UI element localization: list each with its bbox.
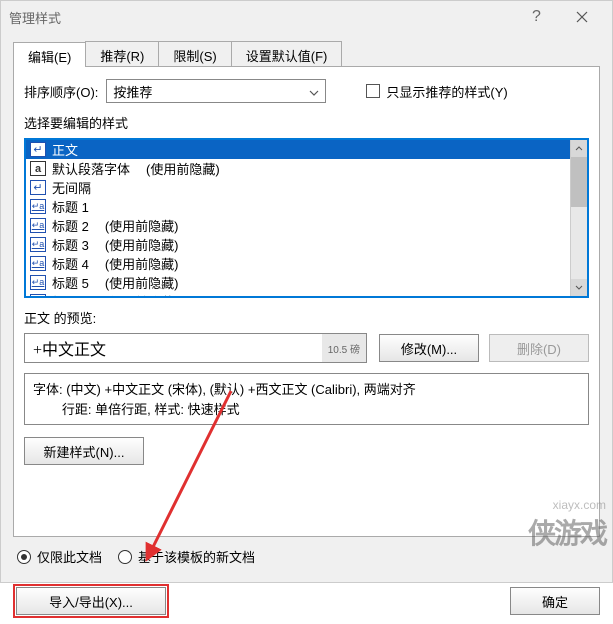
chevron-down-icon xyxy=(575,285,583,290)
linked-style-icon: ↵a xyxy=(30,275,46,290)
select-style-label: 选择要编辑的样式 xyxy=(24,113,581,132)
radio-template[interactable] xyxy=(118,550,132,564)
preview-box: +中文正文 10.5 磅 xyxy=(24,333,367,363)
linked-style-icon: ↵a xyxy=(30,218,46,233)
linked-style-icon: ↵a xyxy=(30,199,46,214)
import-export-highlight: 导入/导出(X)... xyxy=(13,584,169,618)
chevron-up-icon xyxy=(575,146,583,151)
list-item[interactable]: ↵a 标题 6 (使用前隐藏) xyxy=(26,292,570,296)
style-name: 标题 1 xyxy=(52,197,89,216)
tab-recommend[interactable]: 推荐(R) xyxy=(85,41,159,66)
delete-button: 删除(D) xyxy=(489,334,589,362)
style-name: 标题 4 xyxy=(52,254,89,273)
sort-value: 按推荐 xyxy=(113,82,152,101)
style-name: 无间隔 xyxy=(52,178,91,197)
list-item[interactable]: ↵ 无间隔 xyxy=(26,178,570,197)
scrollbar[interactable] xyxy=(570,140,587,296)
new-style-button[interactable]: 新建样式(N)... xyxy=(24,437,144,465)
hidden-note: (使用前隐藏) xyxy=(105,235,179,254)
font-style-icon: a xyxy=(30,161,46,176)
hidden-note: (使用前隐藏) xyxy=(146,159,220,178)
linked-style-icon: ↵a xyxy=(30,237,46,252)
styles-listbox[interactable]: ↵ 正文 a 默认段落字体 (使用前隐藏) ↵ 无间隔 ↵a 标题 1 ↵a 标题 2 (使用前隐藏)… xyxy=(24,138,589,298)
hidden-note: (使用前隐藏) xyxy=(105,216,179,235)
list-item[interactable]: a 默认段落字体 (使用前隐藏) xyxy=(26,159,570,178)
style-name: 正文 xyxy=(52,140,78,159)
show-recommended-label: 只显示推荐的样式(Y) xyxy=(386,82,507,101)
footer: 导入/导出(X)... 确定 xyxy=(1,584,612,624)
hidden-note: (使用前隐藏) xyxy=(105,292,179,296)
list-item[interactable]: ↵a 标题 2 (使用前隐藏) xyxy=(26,216,570,235)
style-name: 默认段落字体 xyxy=(52,159,130,178)
list-item[interactable]: ↵a 标题 5 (使用前隐藏) xyxy=(26,273,570,292)
preview-text: +中文正文 xyxy=(25,336,322,360)
content-area: 编辑(E) 推荐(R) 限制(S) 设置默认值(F) 排序顺序(O): 按推荐 … xyxy=(1,33,612,584)
style-name: 标题 3 xyxy=(52,235,89,254)
tab-edit[interactable]: 编辑(E) xyxy=(13,42,86,67)
preview-fontsize: 10.5 磅 xyxy=(322,334,366,362)
style-description: 字体: (中文) +中文正文 (宋体), (默认) +西文正文 (Calibri… xyxy=(24,373,589,425)
style-name: 标题 5 xyxy=(52,273,89,292)
show-recommended-checkbox[interactable] xyxy=(366,84,380,98)
titlebar: 管理样式 ? xyxy=(1,1,612,33)
style-name: 标题 6 xyxy=(52,292,89,296)
list-item[interactable]: ↵a 标题 3 (使用前隐藏) xyxy=(26,235,570,254)
scroll-up-button[interactable] xyxy=(571,140,587,157)
hidden-note: (使用前隐藏) xyxy=(105,273,179,292)
help-button[interactable]: ? xyxy=(514,1,559,33)
modify-button[interactable]: 修改(M)... xyxy=(379,334,479,362)
sort-label: 排序顺序(O): xyxy=(24,82,98,101)
preview-label: 正文 的预览: xyxy=(24,308,589,327)
window-title: 管理样式 xyxy=(9,8,514,27)
radio-this-doc[interactable] xyxy=(17,550,31,564)
style-name: 标题 2 xyxy=(52,216,89,235)
linked-style-icon: ↵a xyxy=(30,256,46,271)
tab-restrict[interactable]: 限制(S) xyxy=(158,41,231,66)
scroll-track[interactable] xyxy=(571,157,587,279)
edit-panel: 排序顺序(O): 按推荐 只显示推荐的样式(Y) 选择要编辑的样式 ↵ 正文 a 默认… xyxy=(13,67,600,537)
import-export-button[interactable]: 导入/导出(X)... xyxy=(16,587,166,615)
list-item[interactable]: ↵a 标题 1 xyxy=(26,197,570,216)
tab-bar: 编辑(E) 推荐(R) 限制(S) 设置默认值(F) xyxy=(13,41,600,67)
close-icon xyxy=(576,11,588,23)
paragraph-style-icon: ↵ xyxy=(30,180,46,195)
linked-style-icon: ↵a xyxy=(30,294,46,296)
radio-this-doc-label: 仅限此文档 xyxy=(37,547,102,566)
sort-select[interactable]: 按推荐 xyxy=(106,79,326,103)
tab-defaults[interactable]: 设置默认值(F) xyxy=(231,41,343,66)
manage-styles-dialog: 管理样式 ? 编辑(E) 推荐(R) 限制(S) 设置默认值(F) 排序顺序(O… xyxy=(0,0,613,583)
list-item[interactable]: ↵a 标题 4 (使用前隐藏) xyxy=(26,254,570,273)
ok-button[interactable]: 确定 xyxy=(510,587,600,615)
hidden-note: (使用前隐藏) xyxy=(105,254,179,273)
scroll-down-button[interactable] xyxy=(571,279,587,296)
chevron-down-icon xyxy=(309,84,319,99)
radio-template-label: 基于该模板的新文档 xyxy=(138,547,255,566)
close-button[interactable] xyxy=(559,1,604,33)
scroll-thumb[interactable] xyxy=(571,157,587,207)
list-item[interactable]: ↵ 正文 xyxy=(26,140,570,159)
paragraph-style-icon: ↵ xyxy=(30,142,46,157)
